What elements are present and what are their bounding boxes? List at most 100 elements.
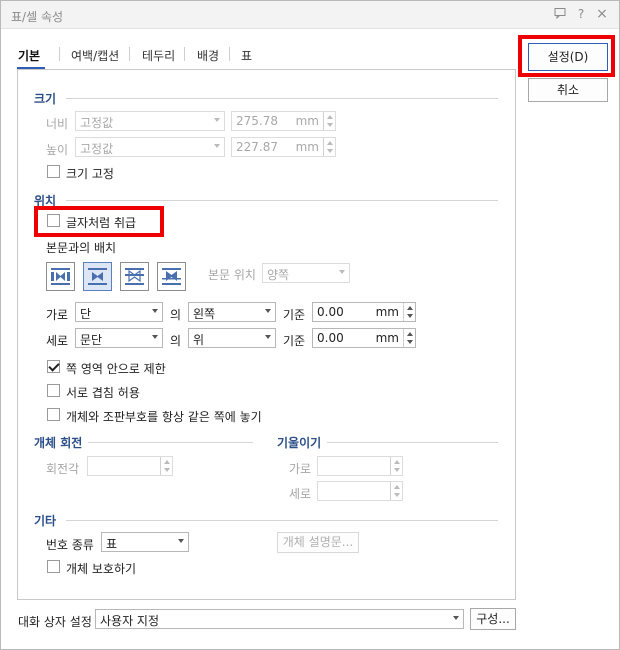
tab-background[interactable]: 배경 <box>197 47 219 64</box>
vertical-base-label: 기준 <box>283 334 306 348</box>
object-description-button[interactable]: 개체 설명문... <box>277 532 359 553</box>
spinner-buttons <box>160 457 172 475</box>
horizontal-label: 가로 <box>46 308 69 322</box>
allow-overlap-label: 서로 겹침 허용 <box>66 386 140 400</box>
cancel-button[interactable]: 취소 <box>528 78 608 102</box>
keep-with-anchor-label: 개체와 조판부호를 항상 같은 쪽에 놓기 <box>66 410 262 424</box>
spin-down-icon[interactable] <box>164 468 170 472</box>
height-label: 높이 <box>46 143 69 157</box>
tab-border[interactable]: 테두리 <box>142 47 175 64</box>
chat-icon[interactable] <box>553 7 567 21</box>
dialog-setting-select[interactable]: 사용자 지정 <box>95 609 464 629</box>
width-value-spinner[interactable]: 275.78 mm <box>231 111 336 131</box>
highlight-ok-button <box>518 35 615 77</box>
spinner-buttons <box>323 112 335 130</box>
spin-down-icon[interactable] <box>327 123 333 127</box>
fix-size-checkbox[interactable] <box>47 165 60 178</box>
tab-separator <box>229 47 230 61</box>
divider <box>66 200 498 201</box>
tab-separator <box>59 47 60 61</box>
rotation-angle-label: 회전각 <box>46 462 80 476</box>
wrap-behind-text-icon[interactable] <box>120 262 149 291</box>
chevron-down-icon <box>214 144 220 148</box>
tab-margin-caption[interactable]: 여백/캡션 <box>71 47 119 64</box>
wrap-square-icon[interactable] <box>46 262 75 291</box>
dialog-setting-label: 대화 상자 설정 <box>18 615 92 629</box>
protect-object-checkbox[interactable] <box>47 560 60 573</box>
size-section-title: 크기 <box>34 92 57 106</box>
close-icon[interactable]: × <box>595 7 609 21</box>
spin-down-icon[interactable] <box>407 340 413 344</box>
title-bar: 표/셀 속성 ? × <box>1 1 619 29</box>
vertical-label: 세로 <box>46 334 69 348</box>
tilt-horizontal-spinner[interactable] <box>317 456 403 476</box>
tab-table[interactable]: 표 <box>241 47 252 64</box>
tab-separator <box>184 47 185 61</box>
vertical-align-select[interactable]: 위 <box>188 328 276 348</box>
height-value-spinner[interactable]: 227.87 mm <box>231 137 336 157</box>
chevron-down-icon <box>214 118 220 122</box>
limit-to-page-checkbox[interactable] <box>47 360 60 373</box>
height-value: 227.87 <box>236 140 278 154</box>
spin-up-icon[interactable] <box>394 460 400 464</box>
dialog-title: 표/셀 속성 <box>11 10 64 24</box>
height-mode-value: 고정값 <box>80 142 114 156</box>
height-unit: mm <box>295 140 319 154</box>
tab-separator <box>129 47 130 61</box>
dialog-setting-value: 사용자 지정 <box>100 614 160 628</box>
number-type-value: 표 <box>106 537 118 551</box>
help-icon[interactable]: ? <box>574 7 588 21</box>
spin-up-icon[interactable] <box>327 141 333 145</box>
wrap-top-bottom-icon[interactable] <box>83 262 112 291</box>
horizontal-offset-unit: mm <box>375 305 399 319</box>
tilt-vertical-spinner[interactable] <box>317 481 403 501</box>
spin-up-icon[interactable] <box>394 485 400 489</box>
tilt-vertical-label: 세로 <box>289 487 312 501</box>
horizontal-align-select[interactable]: 왼쪽 <box>188 302 276 322</box>
number-type-select[interactable]: 표 <box>101 532 189 552</box>
spin-up-icon[interactable] <box>407 332 413 336</box>
allow-overlap-checkbox[interactable] <box>47 384 60 397</box>
spin-down-icon[interactable] <box>394 493 400 497</box>
vertical-offset-spinner[interactable]: 0.00 mm <box>312 328 416 348</box>
keep-with-anchor-checkbox[interactable] <box>47 408 60 421</box>
dialog-window: 표/셀 속성 ? × 기본 여백/캡션 테두리 배경 표 설정(D) 취소 크기… <box>0 0 620 650</box>
spinner-buttons <box>323 138 335 156</box>
spin-up-icon[interactable] <box>407 306 413 310</box>
tab-basic[interactable]: 기본 <box>18 47 40 64</box>
body-position-select[interactable]: 양쪽 <box>262 263 350 283</box>
divider <box>88 442 253 443</box>
tilt-horizontal-label: 가로 <box>289 462 312 476</box>
vertical-offset-unit: mm <box>375 331 399 345</box>
chevron-down-icon <box>453 616 459 620</box>
horizontal-ref-select[interactable]: 단 <box>75 302 163 322</box>
spinner-buttons <box>403 303 415 321</box>
horizontal-offset-value: 0.00 <box>317 305 344 319</box>
horizontal-ref-value: 단 <box>80 307 92 321</box>
horizontal-base-label: 기준 <box>283 308 306 322</box>
vertical-ref-select[interactable]: 문단 <box>75 328 163 348</box>
width-unit: mm <box>295 114 319 128</box>
fix-size-label: 크기 고정 <box>66 167 114 181</box>
body-position-value: 양쪽 <box>267 268 290 282</box>
divider <box>66 520 498 521</box>
chevron-down-icon <box>265 309 271 313</box>
spin-down-icon[interactable] <box>327 149 333 153</box>
width-mode-select[interactable]: 고정값 <box>75 111 225 131</box>
wrap-in-front-icon[interactable] <box>157 262 186 291</box>
config-button[interactable]: 구성... <box>470 608 516 630</box>
horizontal-of-label: 의 <box>170 308 182 322</box>
rotation-angle-spinner[interactable] <box>87 456 173 476</box>
height-mode-select[interactable]: 고정값 <box>75 137 225 157</box>
chevron-down-icon <box>152 335 158 339</box>
etc-section-title: 기타 <box>34 514 57 528</box>
spinner-buttons <box>390 482 402 500</box>
limit-to-page-label: 쪽 영역 안으로 제한 <box>66 362 166 376</box>
horizontal-offset-spinner[interactable]: 0.00 mm <box>312 302 416 322</box>
horizontal-align-value: 왼쪽 <box>193 307 216 321</box>
spin-up-icon[interactable] <box>327 115 333 119</box>
spin-down-icon[interactable] <box>394 468 400 472</box>
vertical-align-value: 위 <box>193 333 205 347</box>
spin-up-icon[interactable] <box>164 460 170 464</box>
spin-down-icon[interactable] <box>407 314 413 318</box>
